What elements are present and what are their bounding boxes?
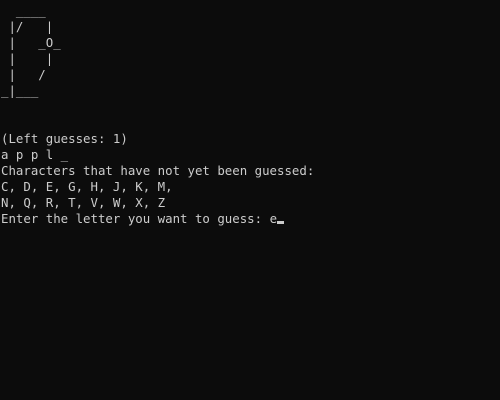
remaining-letters-row-2: N, Q, R, T, V, W, X, Z	[1, 195, 166, 210]
not-guessed-header: Characters that have not yet been guesse…	[1, 163, 315, 178]
prompt-text: Enter the letter you want to guess:	[1, 211, 270, 226]
typed-input[interactable]: e	[270, 211, 277, 226]
left-guesses-text: (Left guesses: 1)	[1, 131, 128, 146]
hangman-art-line-2: |/ |	[1, 19, 54, 34]
hangman-art-line-6: _|___	[1, 83, 39, 98]
hangman-art-line-3: | _O_	[1, 35, 61, 50]
word-progress-text: a p p l _	[1, 147, 69, 162]
hangman-art-line-1: ____	[1, 3, 46, 18]
text-cursor	[277, 221, 285, 224]
hangman-art-line-5: | /	[1, 67, 46, 82]
hangman-art-line-4: | |	[1, 51, 54, 66]
console-window[interactable]: ____ |/ | | _O_ | | | / _|___ (Left gues…	[0, 0, 500, 400]
input-prompt-line[interactable]: Enter the letter you want to guess: e	[1, 211, 500, 227]
remaining-letters-row-1: C, D, E, G, H, J, K, M,	[1, 179, 173, 194]
